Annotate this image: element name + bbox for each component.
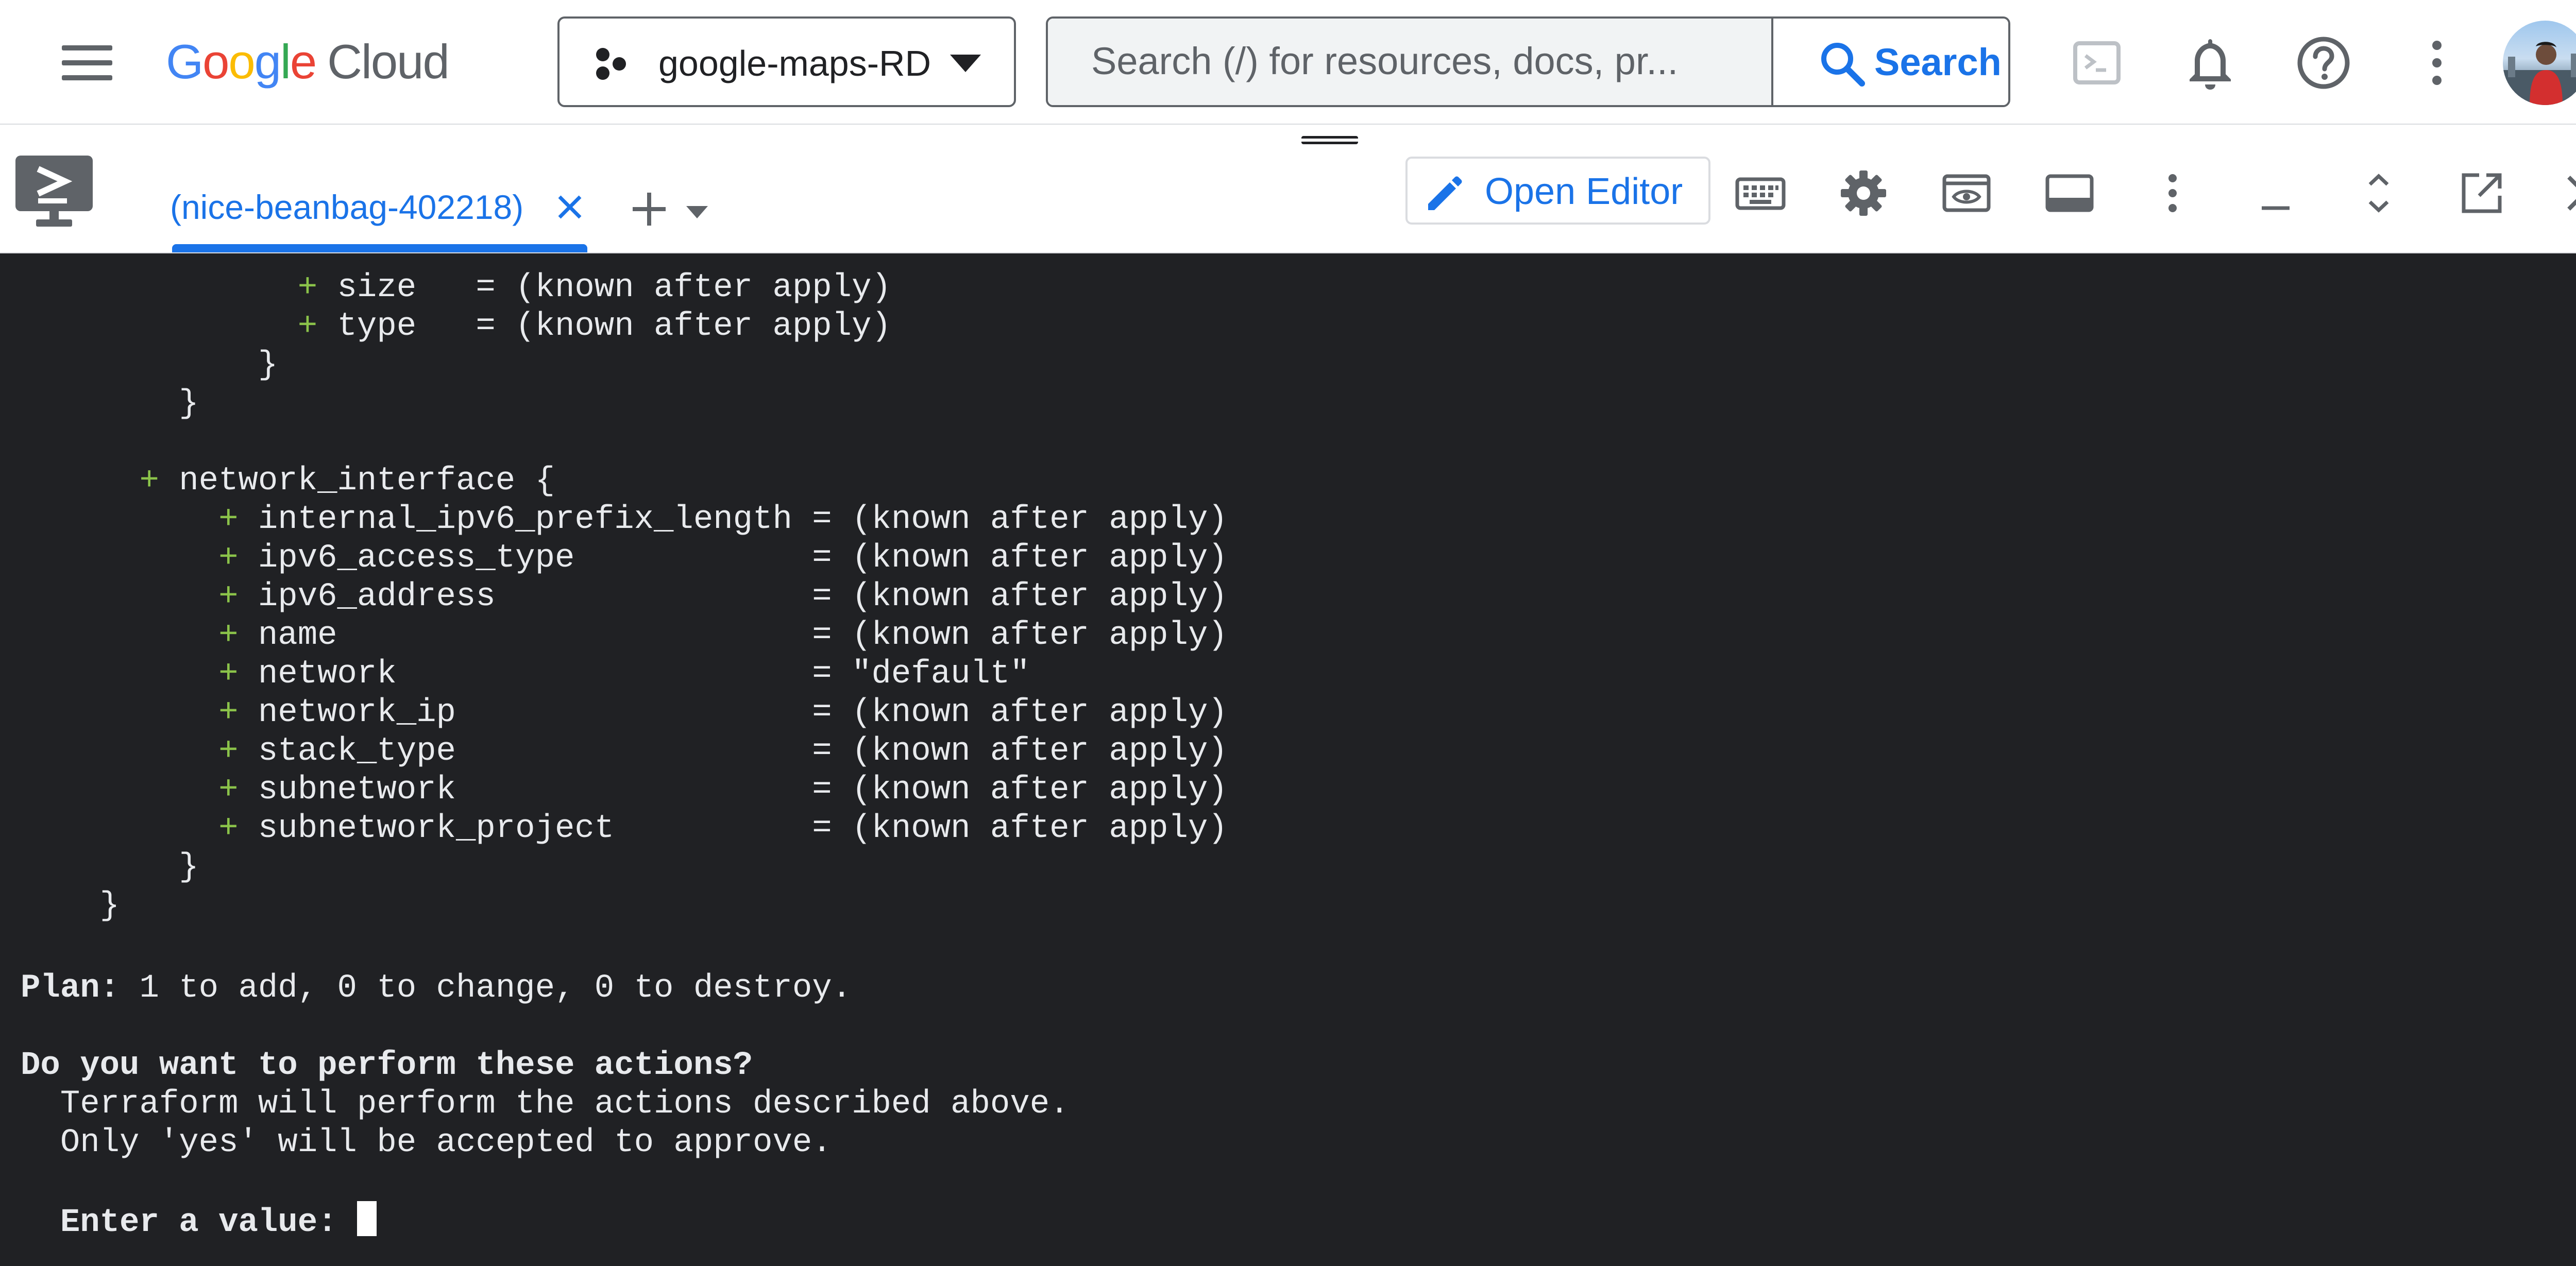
- plan-line-text: network = "default": [258, 656, 1030, 693]
- plan-line-text: }: [179, 385, 199, 422]
- plan-line-text: subnetwork_project = (known after apply): [258, 810, 1228, 847]
- settings-gear-icon[interactable]: [1835, 165, 1892, 221]
- plan-line-text: }: [179, 849, 199, 886]
- plus-marker: +: [218, 578, 258, 615]
- search-button[interactable]: Search: [1773, 19, 2008, 105]
- plus-marker: +: [218, 733, 258, 770]
- plus-marker: +: [218, 501, 258, 538]
- tab-nice-beanbag[interactable]: (nice-beanbag-402218): [170, 176, 582, 238]
- add-tab-icon[interactable]: [631, 191, 668, 228]
- plan-line: }: [21, 385, 199, 423]
- notifications-bell-icon[interactable]: [2179, 32, 2241, 94]
- cloud-shell-icon[interactable]: [2066, 32, 2128, 94]
- tab-menu-chevron-down-icon[interactable]: [686, 206, 708, 219]
- plus-marker: +: [218, 694, 258, 731]
- confirm-question: Do you want to perform these actions?: [21, 1047, 753, 1084]
- plan-line: + stack_type = (known after apply): [21, 732, 1228, 771]
- confirm-description-line-2: Only 'yes' will be accepted to approve.: [21, 1124, 832, 1161]
- plan-line-text: ipv6_access_type = (known after apply): [258, 540, 1228, 577]
- plan-line-text: name = (known after apply): [258, 617, 1228, 654]
- close-tab-icon[interactable]: [555, 193, 584, 221]
- plan-line: + type = (known after apply): [21, 307, 891, 346]
- plan-line-text: internal_ipv6_prefix_length = (known aft…: [258, 501, 1228, 538]
- plan-line-text: network_ip = (known after apply): [258, 694, 1228, 731]
- plus-marker: +: [218, 772, 258, 809]
- active-tab-indicator: [172, 244, 587, 252]
- plan-line-text: size = (known after apply): [337, 269, 891, 306]
- plan-line: + subnetwork_project = (known after appl…: [21, 810, 1228, 848]
- plan-line: + ipv6_access_type = (known after apply): [21, 539, 1228, 578]
- plan-line-text: subnetwork = (known after apply): [258, 772, 1228, 809]
- enter-value-prompt[interactable]: Enter a value:: [21, 1201, 377, 1241]
- plan-line-text: }: [99, 887, 120, 925]
- search-icon: [1821, 43, 1865, 87]
- plan-line-text: stack_type = (known after apply): [258, 733, 1228, 770]
- keyboard-icon[interactable]: [1732, 165, 1789, 221]
- plus-marker: +: [297, 269, 337, 306]
- terminal-layout-icon[interactable]: [2041, 165, 2098, 221]
- close-shell-icon[interactable]: [2556, 165, 2576, 221]
- google-cloud-logo[interactable]: Google Cloud: [166, 31, 450, 93]
- search-bar: Search (/) for resources, docs, pr... Se…: [1046, 16, 2010, 107]
- plan-line: + subnetwork = (known after apply): [21, 771, 1228, 810]
- pencil-icon: [1428, 176, 1462, 210]
- plan-line: + name = (known after apply): [21, 617, 1228, 655]
- plan-line-text: ipv6_address = (known after apply): [258, 578, 1228, 615]
- terminal-cursor: [357, 1201, 377, 1236]
- confirm-description-line-1: Terraform will perform the actions descr…: [21, 1086, 1070, 1123]
- open-in-new-window-icon[interactable]: [2453, 165, 2510, 221]
- plus-marker: +: [139, 463, 179, 500]
- plan-line-text: network_interface {: [179, 463, 555, 500]
- plan-line: + internal_ipv6_prefix_length = (known a…: [21, 501, 1228, 539]
- plan-line-text: }: [258, 347, 278, 384]
- plus-marker: +: [218, 617, 258, 654]
- plan-summary-line: Plan: 1 to add, 0 to change, 0 to destro…: [21, 970, 852, 1007]
- search-input[interactable]: Search (/) for resources, docs, pr...: [1048, 19, 1773, 105]
- account-avatar[interactable]: [2503, 21, 2576, 105]
- cloud-shell-toolbar: (nice-beanbag-402218) Open Editor: [0, 125, 2576, 253]
- open-editor-button[interactable]: Open Editor: [1405, 157, 1710, 225]
- minimize-icon[interactable]: [2247, 165, 2304, 221]
- plan-line: + network = "default": [21, 655, 1030, 694]
- plus-marker: +: [218, 540, 258, 577]
- terminal-output[interactable]: + size = (known after apply) + type = (k…: [0, 253, 2576, 1266]
- plus-marker: +: [297, 308, 337, 345]
- project-hexagons-icon: [596, 48, 626, 80]
- plan-line: + ipv6_address = (known after apply): [21, 578, 1228, 617]
- avatar-portrait-icon: [2503, 42, 2576, 105]
- shell-more-vert-icon[interactable]: [2144, 165, 2201, 221]
- web-preview-icon[interactable]: [1938, 165, 1995, 221]
- cloud-shell-terminal-icon: [15, 156, 93, 227]
- top-app-bar: Google Cloud google-maps-RD Search (/) fo…: [0, 0, 2576, 125]
- plan-line: }: [21, 887, 120, 926]
- main-menu-icon[interactable]: [62, 45, 112, 80]
- project-name: google-maps-RD: [658, 43, 931, 83]
- more-vert-icon[interactable]: [2406, 32, 2468, 94]
- project-picker-button[interactable]: google-maps-RD: [557, 16, 1016, 107]
- chevron-down-icon: [950, 55, 981, 72]
- plan-line: }: [21, 848, 199, 887]
- plus-marker: +: [218, 656, 258, 693]
- plus-marker: +: [218, 810, 258, 847]
- plan-line: }: [21, 346, 278, 385]
- resize-drag-handle[interactable]: [1301, 136, 1358, 144]
- plan-line-text: type = (known after apply): [337, 308, 891, 345]
- search-placeholder: Search (/) for resources, docs, pr...: [1091, 40, 1679, 82]
- maximize-expand-icon[interactable]: [2350, 165, 2407, 221]
- help-icon[interactable]: [2293, 32, 2354, 94]
- plan-line: + network_interface {: [21, 462, 555, 501]
- plan-line: + size = (known after apply): [21, 269, 891, 307]
- plan-line: + network_ip = (known after apply): [21, 694, 1228, 732]
